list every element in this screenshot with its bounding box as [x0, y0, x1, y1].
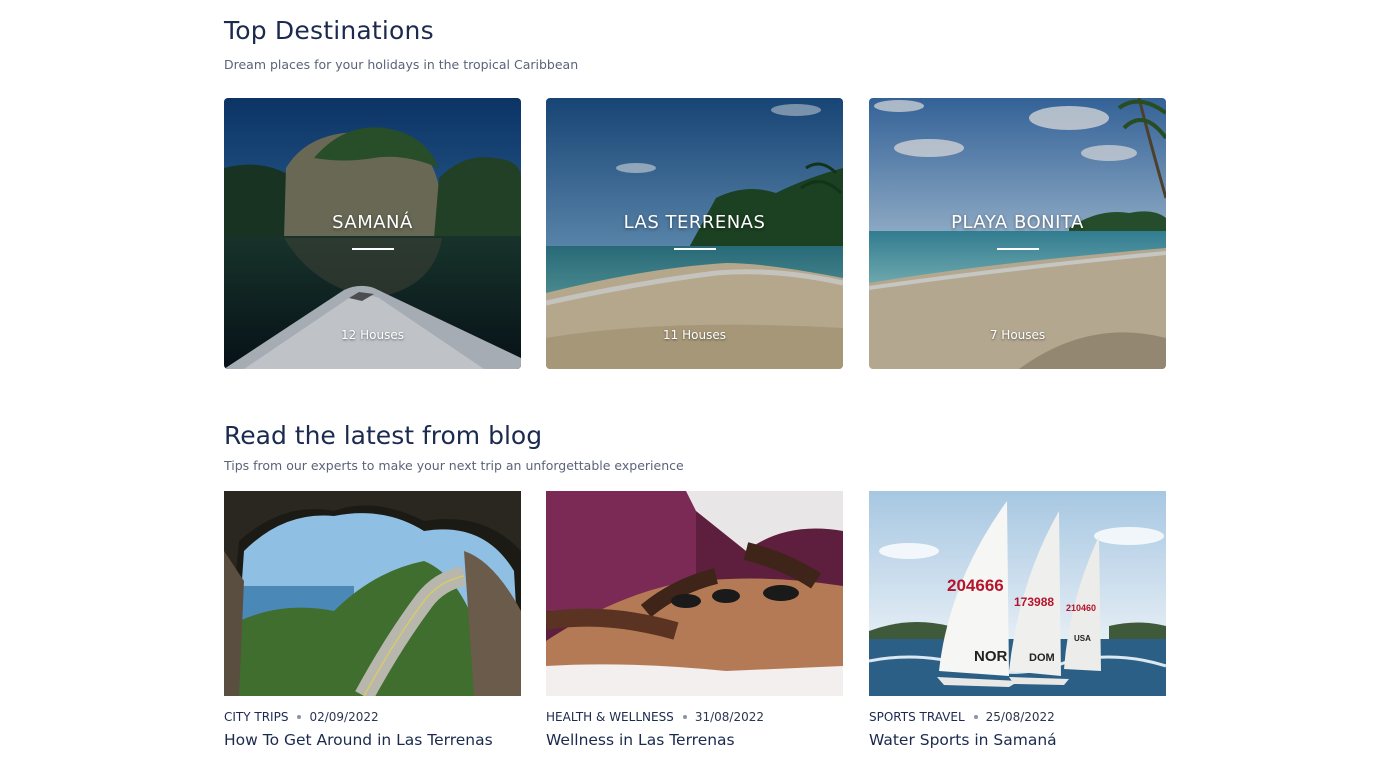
post-title-link[interactable]: Wellness in Las Terrenas	[546, 731, 843, 749]
blog-post-card[interactable]: HEALTH & WELLNESS 31/08/2022 Wellness in…	[546, 491, 843, 749]
destinations-title: Top Destinations	[224, 16, 434, 45]
sail-number-2: 173988	[1014, 595, 1054, 609]
destination-count: 7 Houses	[989, 328, 1046, 342]
destination-name: PLAYA BONITA	[951, 212, 1084, 233]
sail-number-1: 204666	[947, 576, 1004, 595]
destination-card-las-terrenas[interactable]: LAS TERRENAS 11 Houses	[546, 98, 843, 369]
blog-post-image[interactable]	[224, 491, 521, 696]
post-category[interactable]: SPORTS TRAVEL	[869, 710, 965, 724]
meta-separator-dot	[682, 715, 687, 719]
destinations-subtitle: Dream places for your holidays in the tr…	[224, 57, 579, 72]
sailing-photo: 204666 173988 210460 NOR DOM USA	[869, 491, 1166, 696]
cave-road-photo	[224, 491, 521, 696]
post-date: 02/09/2022	[309, 710, 379, 724]
destination-count: 12 Houses	[341, 328, 404, 342]
sail-flag-1: NOR	[974, 648, 1008, 665]
title-underline	[351, 248, 394, 250]
title-underline	[996, 248, 1039, 250]
destination-card-samana[interactable]: SAMANÁ 12 Houses	[224, 98, 521, 369]
post-date: 31/08/2022	[694, 710, 764, 724]
blog-post-image[interactable]: 204666 173988 210460 NOR DOM USA	[869, 491, 1166, 696]
destination-name: SAMANÁ	[332, 212, 413, 233]
sail-flag-3: USA	[1074, 634, 1091, 643]
blog-title: Read the latest from blog	[224, 421, 543, 450]
destination-card-playa-bonita[interactable]: PLAYA BONITA 7 Houses	[869, 98, 1166, 369]
sail-number-3: 210460	[1066, 603, 1096, 613]
blog-post-card[interactable]: 204666 173988 210460 NOR DOM USA SPORTS …	[869, 491, 1166, 749]
post-category[interactable]: CITY TRIPS	[224, 710, 288, 724]
sail-flag-2: DOM	[1029, 652, 1055, 664]
title-underline	[673, 248, 716, 250]
destination-count: 11 Houses	[663, 328, 726, 342]
post-date: 25/08/2022	[985, 710, 1055, 724]
post-title-link[interactable]: How To Get Around in Las Terrenas	[224, 731, 521, 749]
post-title-link[interactable]: Water Sports in Samaná	[869, 731, 1166, 749]
hot-stone-massage-photo	[546, 491, 843, 696]
post-category[interactable]: HEALTH & WELLNESS	[546, 710, 674, 724]
meta-separator-dot	[297, 715, 302, 719]
blog-post-image[interactable]	[546, 491, 843, 696]
meta-separator-dot	[973, 715, 978, 719]
blog-post-card[interactable]: CITY TRIPS 02/09/2022 How To Get Around …	[224, 491, 521, 749]
destination-name: LAS TERRENAS	[623, 212, 766, 233]
blog-subtitle: Tips from our experts to make your next …	[224, 458, 684, 473]
